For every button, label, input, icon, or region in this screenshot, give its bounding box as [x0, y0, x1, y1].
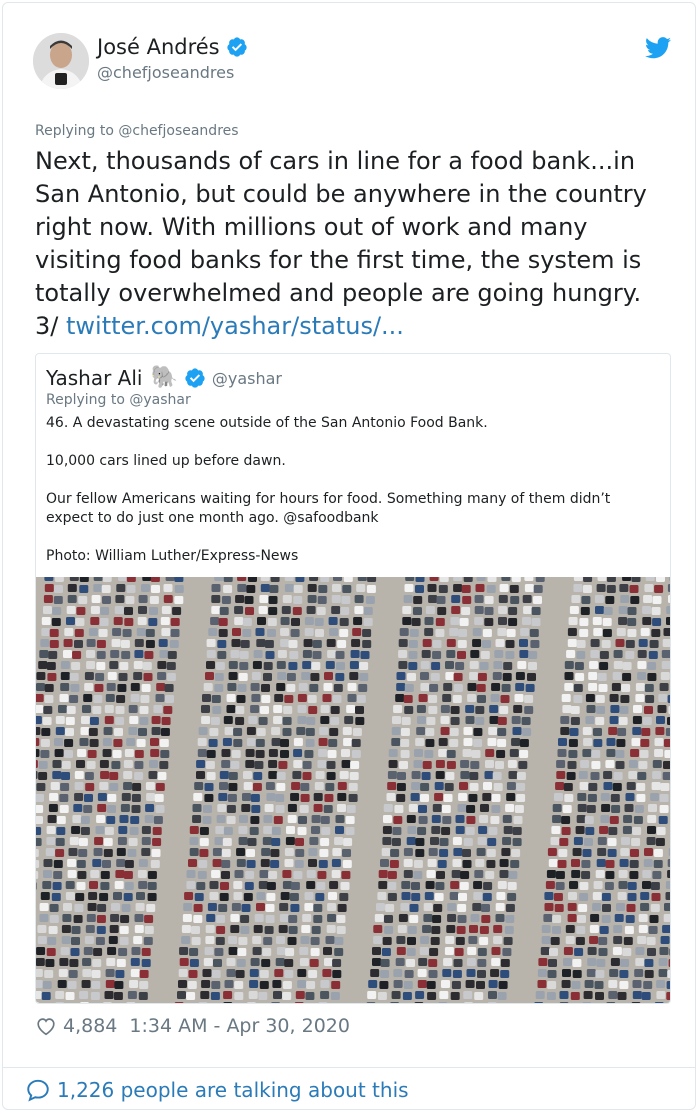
quoted-paragraph: Our fellow Americans waiting for hours f…	[46, 491, 611, 526]
twitter-bird-icon[interactable]	[645, 37, 671, 59]
timestamp[interactable]: 1:34 AM - Apr 30, 2020	[129, 1015, 350, 1037]
quoted-author-handle[interactable]: @yashar	[212, 369, 282, 388]
quoted-body: 46. A devastating scene outside of the S…	[46, 414, 646, 585]
quoted-header: Yashar Ali 🐘 @yashar	[46, 366, 282, 390]
tweet-footer: 4,884 1:34 AM - Apr 30, 2020	[35, 1015, 350, 1037]
tweet-header: José Andrés @chefjoseandres	[33, 33, 673, 93]
verified-badge-icon	[226, 37, 247, 57]
like-count[interactable]: 4,884	[63, 1015, 117, 1037]
cars-aerial-photo[interactable]	[36, 577, 670, 1003]
author-name[interactable]: José Andrés	[97, 35, 220, 59]
avatar[interactable]	[33, 33, 89, 89]
tweet-text: Next, thousands of cars in line for a fo…	[35, 145, 671, 343]
divider	[3, 1067, 695, 1068]
quoted-paragraph: 10,000 cars lined up before dawn.	[46, 453, 286, 469]
quoted-replying-to[interactable]: Replying to @yashar	[46, 392, 191, 408]
elephant-emoji: 🐘	[150, 365, 178, 390]
verified-badge-icon	[185, 368, 205, 388]
heart-icon[interactable]	[35, 1015, 57, 1037]
tweet-card: José Andrés @chefjoseandres Replying to …	[2, 2, 696, 1110]
author-name-row: José Andrés	[97, 35, 248, 59]
quoted-paragraph: 46. A devastating scene outside of the S…	[46, 415, 488, 431]
tweet-link[interactable]: twitter.com/yashar/status/...	[66, 312, 404, 340]
replying-to[interactable]: Replying to @chefjoseandres	[35, 123, 239, 139]
quoted-author-name[interactable]: Yashar Ali	[46, 366, 142, 390]
conversation-link[interactable]: 1,226 people are talking about this	[25, 1077, 409, 1103]
quoted-tweet[interactable]: Yashar Ali 🐘 @yashar Replying to @yashar…	[35, 353, 671, 1004]
speech-bubble-icon	[27, 1079, 49, 1102]
quoted-paragraph: Photo: William Luther/Express-News	[46, 548, 299, 564]
author-handle[interactable]: @chefjoseandres	[97, 63, 234, 82]
talking-count[interactable]: 1,226 people are talking about this	[57, 1078, 409, 1102]
